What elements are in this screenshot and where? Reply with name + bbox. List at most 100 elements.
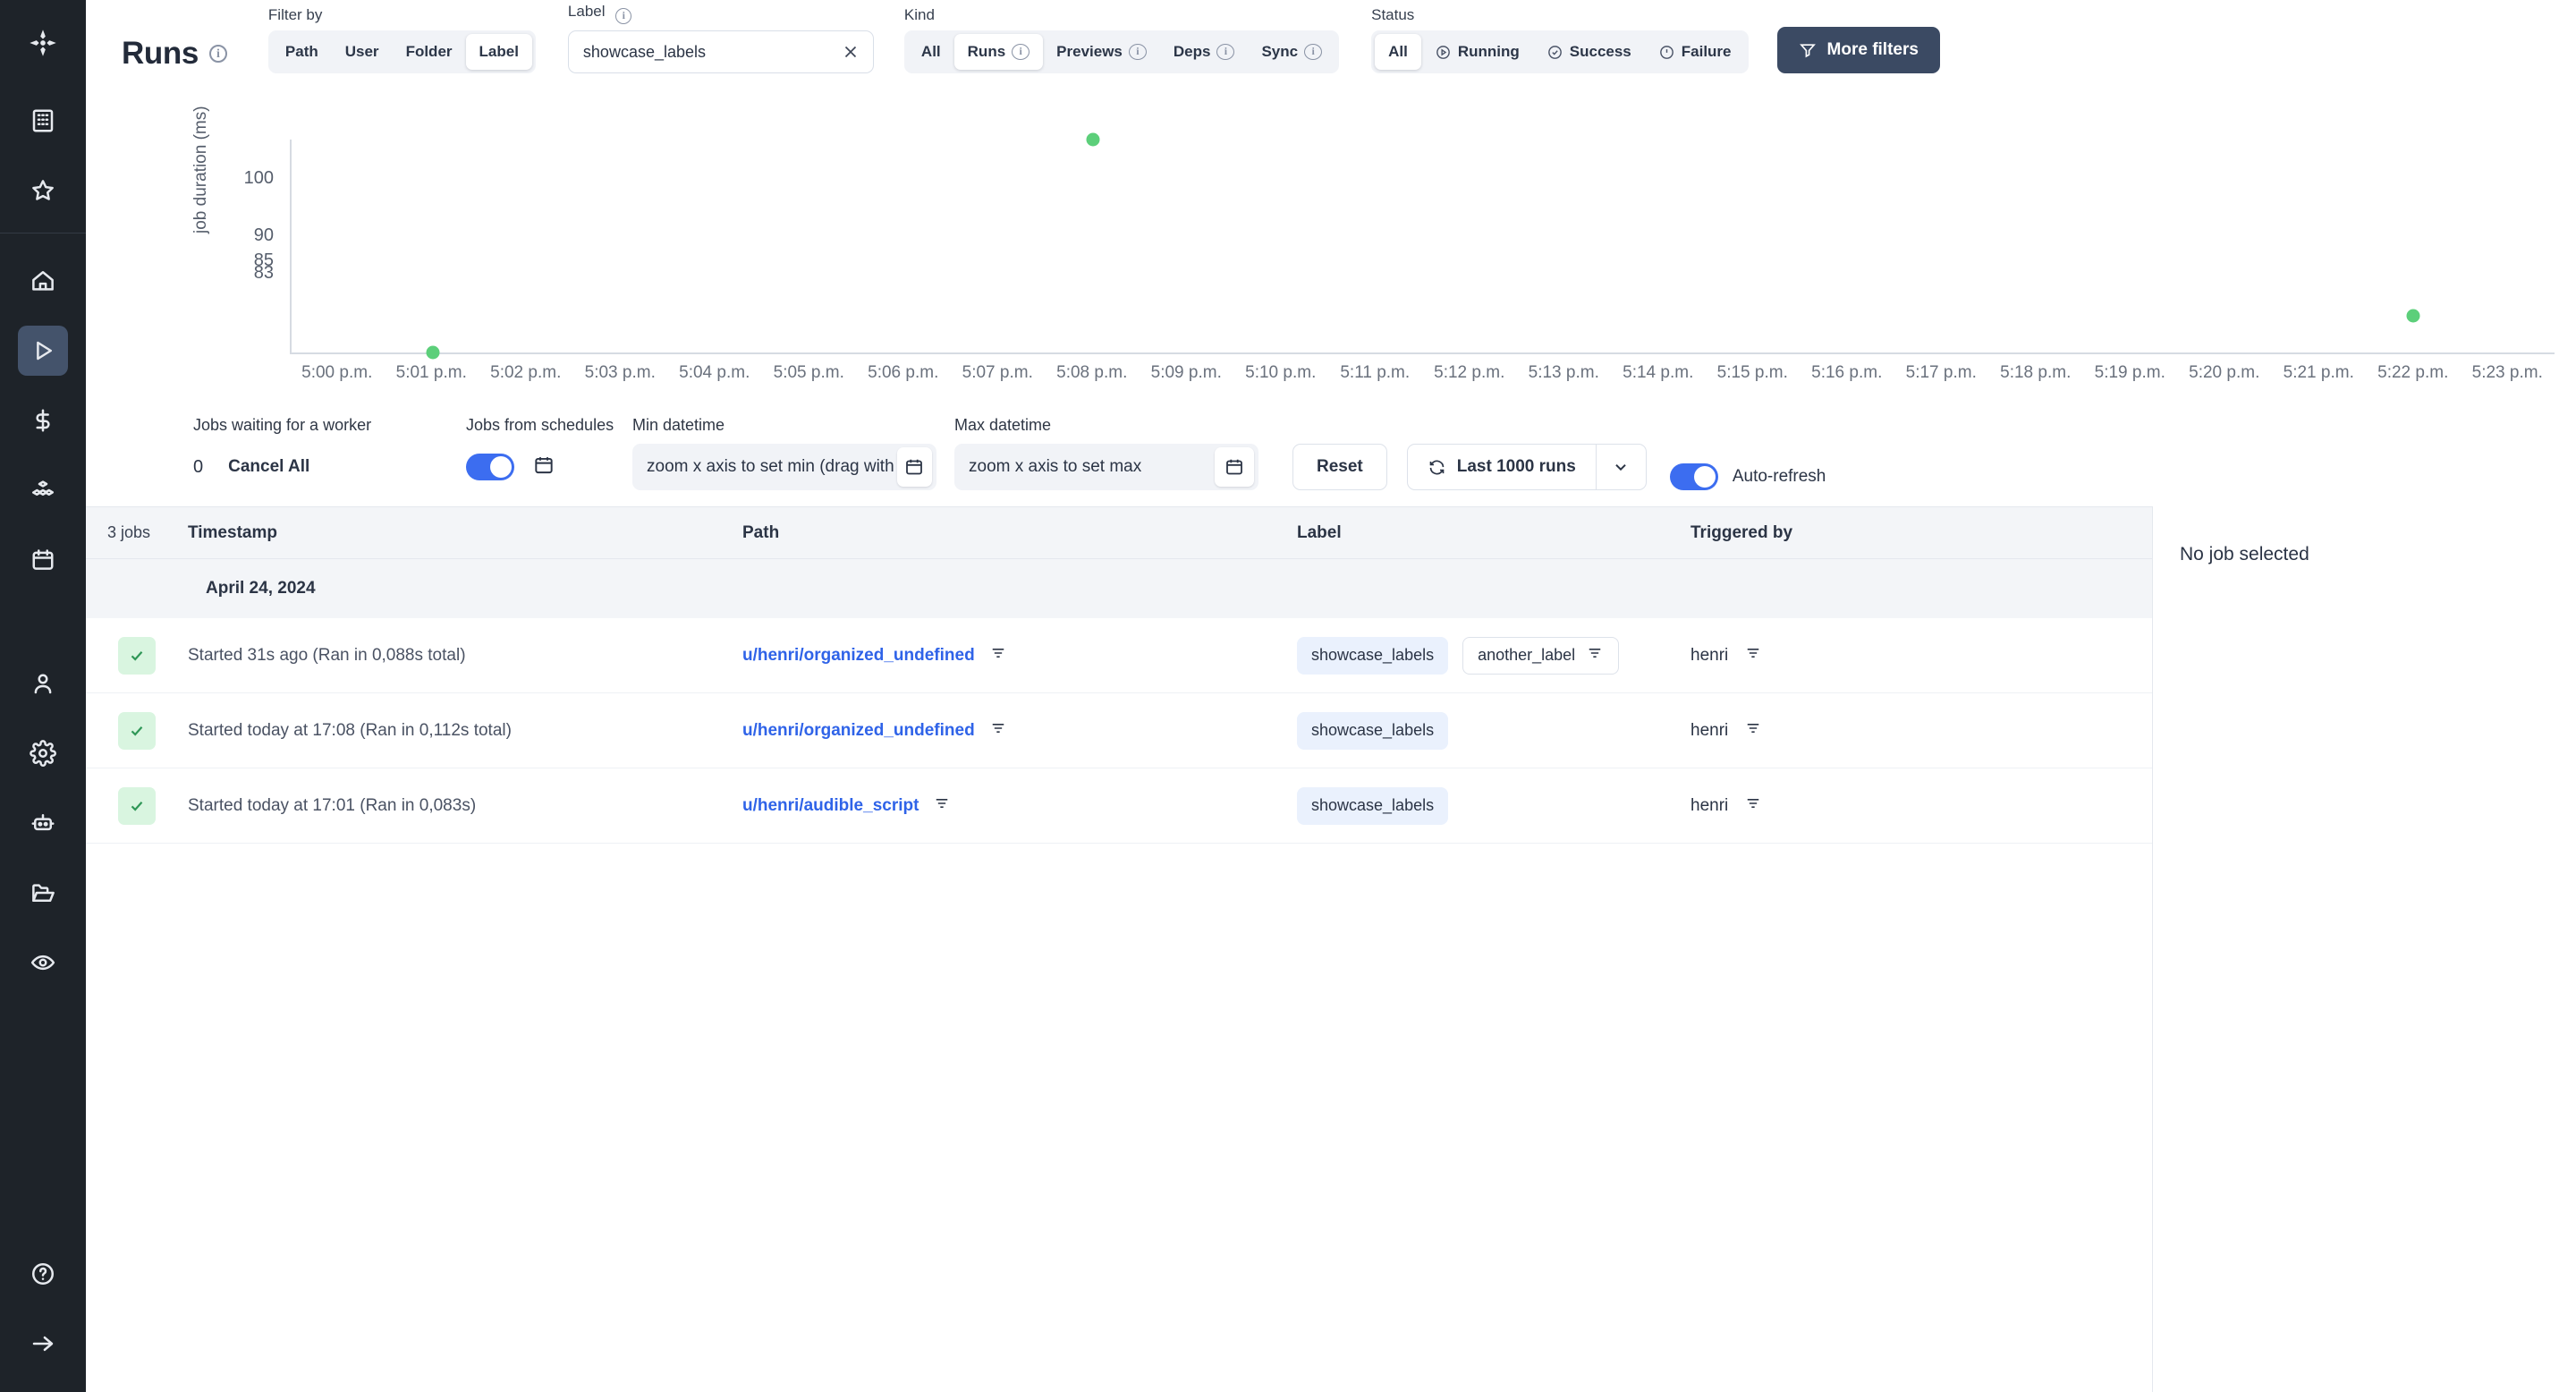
runs-range-select[interactable]: Last 1000 runs [1406,444,1647,490]
info-icon[interactable]: i [1128,44,1147,60]
sidebar-item-settings[interactable] [18,728,68,778]
status-failure[interactable]: Failure [1645,34,1745,70]
filter-icon[interactable] [989,719,1007,742]
filter-icon[interactable] [1586,644,1604,666]
windmill-logo-icon[interactable] [0,0,86,86]
page-title: Runs i [122,36,227,73]
filter-by-label[interactable]: Label [465,34,532,70]
runs-range-main[interactable]: Last 1000 runs [1408,445,1596,489]
kind-runs[interactable]: Runs i [953,34,1044,70]
x-tick: 5:01 p.m. [395,363,467,382]
status-all-label: All [1388,43,1408,60]
label-chip[interactable]: showcase_labels [1297,786,1449,825]
path-link[interactable]: u/henri/organized_undefined [742,721,975,741]
label-input[interactable] [582,42,841,62]
sidebar-item-folders[interactable] [18,868,68,918]
kind-previews-label: Previews [1056,43,1123,60]
label-chip[interactable]: showcase_labels [1297,711,1449,750]
filter-icon[interactable] [933,794,951,817]
filter-icon[interactable] [1744,719,1762,743]
cancel-all-button[interactable]: Cancel All [228,457,309,477]
data-point[interactable] [1086,132,1100,147]
more-filters-button[interactable]: More filters [1776,27,1940,73]
column-header-timestamp[interactable]: Timestamp [188,523,742,543]
cell-timestamp: Started today at 17:01 (Ran in 0,083s) [188,795,477,815]
label-filter-caption-text: Label [567,3,606,20]
sidebar-item-runs[interactable] [18,326,68,376]
favorites-icon[interactable] [18,166,68,216]
info-icon[interactable]: i [1216,44,1235,60]
column-header-path[interactable]: Path [742,523,1297,543]
column-header-triggered-by[interactable]: Triggered by [1690,523,2152,543]
x-tick: 5:10 p.m. [1245,363,1317,382]
more-filters-label: More filters [1826,40,1919,59]
min-datetime-field[interactable]: zoom x axis to set min (drag with ctrl) [632,444,936,490]
calendar-icon[interactable] [1215,447,1254,487]
status-all[interactable]: All [1375,34,1421,70]
max-datetime-field[interactable]: zoom x axis to set max [954,444,1258,490]
jobs-count: 3 jobs [107,523,151,541]
info-icon[interactable]: i [1012,44,1030,60]
kind-previews[interactable]: Previews i [1043,34,1160,70]
sidebar-item-audit-logs[interactable] [18,938,68,988]
triggered-by-user: henri [1690,645,1729,665]
path-link[interactable]: u/henri/audible_script [742,796,919,816]
table-row[interactable]: Started today at 17:01 (Ran in 0,083s) u/… [86,768,2152,844]
sidebar-item-billing[interactable] [18,395,68,446]
info-icon[interactable]: i [615,8,632,24]
reset-button[interactable]: Reset [1292,444,1387,490]
calendar-icon[interactable] [896,447,932,487]
cell-path: u/henri/audible_script [742,794,1297,817]
kind-sync-label: Sync [1261,43,1299,60]
help-icon[interactable] [18,1249,68,1299]
data-point[interactable] [426,345,440,360]
sidebar-item-home[interactable] [18,256,68,306]
chart-plot-area[interactable] [290,132,2555,360]
runs-range-label: Last 1000 runs [1456,457,1576,476]
x-tick: 5:05 p.m. [773,363,844,382]
sidebar-item-workers[interactable] [18,798,68,848]
check-icon [118,786,156,825]
column-header-label[interactable]: Label [1297,523,1690,543]
sidebar-item-account[interactable] [18,658,68,709]
close-icon[interactable] [841,42,860,62]
kind-all[interactable]: All [908,34,954,70]
play-circle-icon [1436,45,1450,59]
table-row[interactable]: Started 31s ago (Ran in 0,088s total) u/h… [86,618,2152,693]
info-icon[interactable]: i [208,45,227,63]
kind-deps[interactable]: Deps i [1160,34,1249,70]
filter-by-folder[interactable]: Folder [393,34,466,70]
status-running[interactable]: Running [1421,34,1533,70]
job-duration-chart[interactable]: job duration (ms) 100 90 85 83 5:00 p.m.… [86,86,2576,408]
x-tick: 5:04 p.m. [679,363,750,382]
x-tick: 5:23 p.m. [2471,363,2543,382]
chevron-down-icon[interactable] [1595,445,1646,489]
label-search-field[interactable] [567,30,874,73]
label-filter-group: Label i [567,3,874,73]
filter-by-path[interactable]: Path [272,34,332,70]
sidebar-item-resources[interactable] [18,465,68,515]
auto-refresh-toggle[interactable] [1669,463,1718,490]
calendar-icon[interactable] [532,454,555,481]
cell-labels: showcase_labels [1297,711,1690,750]
data-point[interactable] [2406,309,2420,323]
x-tick: 5:20 p.m. [2189,363,2260,382]
label-chip[interactable]: another_label [1462,636,1620,675]
chart-controls-bar: Jobs waiting for a worker 0 Cancel All J… [86,408,2576,506]
label-chip[interactable]: showcase_labels [1297,636,1449,675]
path-link[interactable]: u/henri/organized_undefined [742,646,975,666]
filter-icon[interactable] [989,644,1007,666]
status-success[interactable]: Success [1533,34,1645,70]
sidebar-item-schedules[interactable] [18,535,68,585]
kind-sync[interactable]: Sync i [1248,34,1335,70]
table-row[interactable]: Started today at 17:08 (Ran in 0,112s to… [86,693,2152,768]
status-label: Status [1371,6,1415,23]
expand-sidebar-icon[interactable] [18,1319,68,1369]
workspace-icon[interactable] [18,96,68,146]
filter-by-user[interactable]: User [332,34,393,70]
chart-x-ticks: 5:00 p.m. 5:01 p.m. 5:02 p.m. 5:03 p.m. 5:04… [290,363,2555,390]
filter-icon[interactable] [1744,644,1762,667]
jobs-from-schedules-toggle[interactable] [466,454,514,480]
info-icon[interactable]: i [1304,44,1323,60]
filter-icon[interactable] [1744,794,1762,818]
